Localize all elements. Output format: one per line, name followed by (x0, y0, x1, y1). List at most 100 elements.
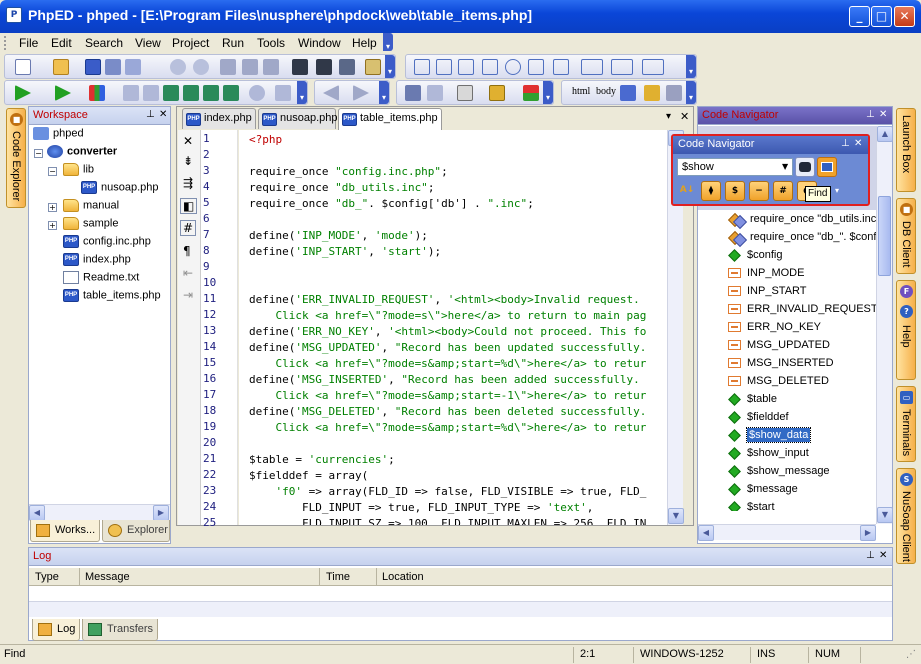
navigator-item[interactable]: MSG_UPDATED (726, 339, 830, 357)
filter-button[interactable]: ⧫ (701, 181, 721, 201)
replace-icon[interactable] (339, 59, 355, 75)
step-over-icon[interactable] (183, 85, 199, 101)
textarea-icon[interactable] (458, 59, 474, 75)
find-icon[interactable] (292, 59, 308, 75)
code-line[interactable]: Click <a href=\"?mode=s&amp;start=-1\">h… (249, 388, 646, 404)
code-line[interactable]: $table = 'currencies'; (249, 452, 395, 468)
radio-icon[interactable] (505, 59, 521, 75)
open-folder-icon[interactable] (53, 59, 69, 75)
line-number[interactable]: 25 (203, 516, 233, 529)
line-number[interactable]: 15 (203, 356, 233, 369)
form-icon[interactable] (414, 59, 430, 75)
close-icon[interactable]: ✕ (854, 138, 862, 149)
body-tag-button[interactable]: body (596, 86, 616, 97)
close-tab-icon[interactable]: ✕ (680, 110, 689, 123)
column-divider[interactable] (319, 568, 320, 585)
code-line[interactable]: define('MSG_INSERTED', "Record has been … (249, 372, 640, 388)
pilcrow-icon[interactable]: ¶ (183, 244, 191, 258)
variables-button[interactable]: $ (725, 181, 745, 201)
navigator-item[interactable]: $message (726, 482, 798, 501)
menu-search[interactable]: Search (85, 36, 123, 50)
code-line[interactable]: define('ERR_INVALID_REQUEST', '<html><bo… (249, 292, 640, 308)
editor-tab-nusoap[interactable]: PHP nusoap.php (258, 108, 338, 129)
line-number[interactable]: 2 (203, 148, 233, 161)
find-next-icon[interactable] (316, 59, 332, 75)
tree-item-workspace[interactable]: phped (33, 127, 84, 145)
pin-icon[interactable]: ⊥ (841, 138, 850, 149)
line-number[interactable]: 17 (203, 388, 233, 401)
cut-icon[interactable] (220, 59, 236, 75)
line-number[interactable]: 13 (203, 324, 233, 337)
code-line[interactable]: <?php (249, 132, 282, 148)
code-line[interactable]: Click <a href=\"?mode=s&amp;start=%d\">h… (249, 356, 646, 372)
navigator-item[interactable]: $show_input (726, 446, 809, 465)
line-number[interactable]: 24 (203, 500, 233, 513)
bookmark-icon[interactable] (365, 59, 381, 75)
scroll-left-icon[interactable]: ◀ (29, 505, 45, 521)
watch-icon[interactable] (275, 85, 291, 101)
line-number[interactable]: 14 (203, 340, 233, 353)
close-icon[interactable]: ✕ (879, 109, 887, 120)
code-explorer-side-tab[interactable]: ■ Code Explorer (6, 108, 26, 208)
line-number[interactable]: 16 (203, 372, 233, 385)
menu-edit[interactable]: Edit (51, 36, 72, 50)
line-number[interactable]: 19 (203, 420, 233, 433)
column-divider[interactable] (376, 568, 377, 585)
code-line[interactable]: 'f0' => array(FLD_ID => false, FLD_VISIB… (249, 484, 647, 500)
copy-icon[interactable] (242, 59, 258, 75)
line-number[interactable]: 18 (203, 404, 233, 417)
tree-item-project[interactable]: converter (47, 145, 117, 163)
line-number[interactable]: 3 (203, 164, 233, 177)
toolbar-chevron-icon[interactable]: ▾ (686, 81, 696, 104)
unindent-icon[interactable]: ⇥ (183, 288, 193, 302)
workspace-hscrollbar[interactable]: ◀ ▶ (29, 504, 170, 521)
line-number[interactable]: 5 (203, 196, 233, 209)
pin-icon[interactable]: ⊥ (866, 550, 875, 561)
column-location[interactable]: Location (382, 571, 424, 583)
step-out-icon[interactable] (203, 85, 219, 101)
wrap-icon[interactable]: ⇤ (183, 266, 193, 280)
scroll-down-icon[interactable]: ▼ (668, 508, 684, 524)
new-file-icon[interactable] (15, 59, 31, 75)
toolbar-chevron-icon[interactable]: ▾ (385, 55, 395, 78)
tree-item-file[interactable]: Readme.txt (63, 271, 139, 289)
tree-item-file[interactable]: PHP index.php (63, 253, 131, 271)
code-line[interactable]: require_once "config.inc.php"; (249, 164, 448, 180)
paste-icon[interactable] (263, 59, 279, 75)
format-icon[interactable] (427, 85, 443, 101)
table-icon[interactable] (436, 59, 452, 75)
menu-help[interactable]: Help (352, 36, 377, 50)
back-icon[interactable] (323, 85, 339, 101)
navigator-item[interactable]: require_once "db_utils.inc" (728, 213, 876, 231)
line-number[interactable]: 6 (203, 212, 233, 225)
menubar-chevron-icon[interactable]: ▾ (383, 33, 393, 51)
navigator-hscrollbar[interactable]: ◀ ▶ (698, 524, 876, 541)
maximize-button[interactable]: □ (871, 6, 892, 27)
minimize-button[interactable]: _ (849, 6, 870, 27)
collapse-icon[interactable]: − (34, 149, 43, 158)
redo-icon[interactable] (193, 59, 209, 75)
fill-icon[interactable] (457, 85, 473, 101)
code-line[interactable]: $fielddef = array( (249, 468, 368, 484)
line-number[interactable]: 12 (203, 308, 233, 321)
code-line[interactable]: Click <a href=\"?mode=s&amp;start=%d\">h… (249, 420, 646, 436)
comment-icon[interactable]: # (180, 220, 197, 236)
image-input-icon[interactable] (642, 59, 664, 75)
code-area[interactable]: <?php require_once "config.inc.php"; requi… (239, 130, 667, 525)
navigator-item[interactable]: require_once "db_". $config (728, 231, 876, 249)
navigator-search-input[interactable]: $show ▼ (677, 158, 793, 176)
navigator-view-button[interactable] (817, 157, 837, 177)
code-line[interactable]: define('MSG_UPDATED', "Record has been u… (249, 340, 646, 356)
code-line[interactable]: define('INP_START', 'start'); (249, 244, 441, 260)
close-icon[interactable]: ✕ (879, 550, 887, 561)
log-hscrollbar[interactable] (29, 601, 892, 617)
code-line[interactable]: define('MSG_DELETED', "Record has been d… (249, 404, 646, 420)
line-number[interactable]: 23 (203, 484, 233, 497)
undo-icon[interactable] (170, 59, 186, 75)
column-divider[interactable] (79, 568, 80, 585)
forward-icon[interactable] (353, 85, 369, 101)
close-icon[interactable]: ✕ (159, 109, 167, 120)
code-line[interactable]: Click <a href=\"?mode=s\">here</a> to re… (249, 308, 646, 324)
tools-icon[interactable] (405, 85, 421, 101)
close-button[interactable]: ✕ (894, 6, 915, 27)
